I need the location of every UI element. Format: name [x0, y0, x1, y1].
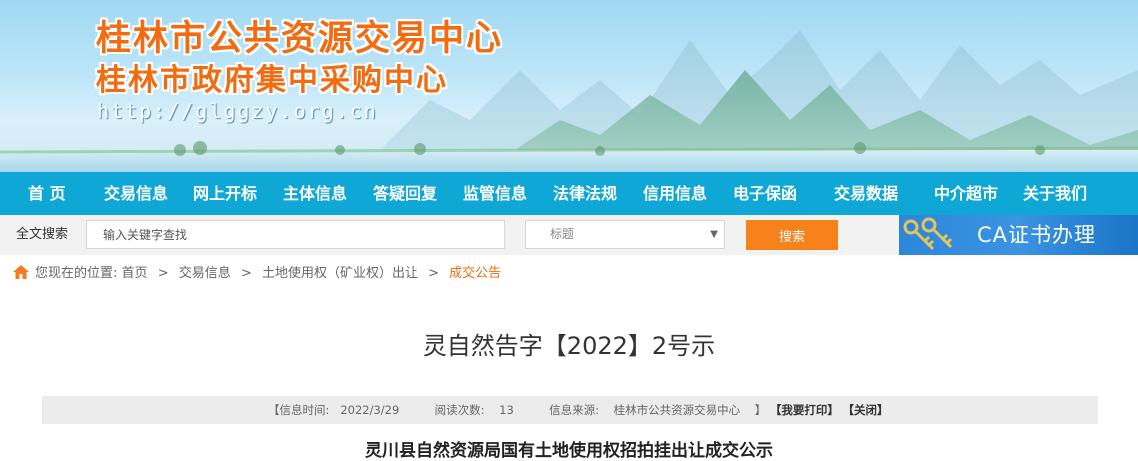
nav-item-agency-market[interactable]: 中介超市 [934, 172, 998, 215]
nav-item-entity-info[interactable]: 主体信息 [283, 172, 347, 215]
document-heading: 灵川县自然资源局国有土地使用权招拍挂出让成交公示 [365, 441, 773, 461]
breadcrumb-land-use-rights[interactable]: 土地使用权（矿业权）出让 [262, 266, 418, 281]
breadcrumb-trade-info[interactable]: 交易信息 [179, 266, 231, 281]
header-banner: 桂林市公共资源交易中心 桂林市政府集中采购中心 http://glggzy.or… [0, 0, 1138, 172]
close-link[interactable]: 【关闭】 [843, 403, 889, 417]
breadcrumb-separator: > [428, 266, 439, 281]
search-input[interactable] [86, 220, 505, 249]
site-title-secondary: 桂林市政府集中采购中心 [96, 63, 448, 98]
nav-item-home[interactable]: 首 页 [28, 172, 66, 215]
main-nav: 首 页 交易信息 网上开标 主体信息 答疑回复 监管信息 法律法规 信用信息 电… [0, 172, 1138, 215]
search-label: 全文搜索 [16, 227, 69, 242]
search-field-select[interactable]: 标题 ▼ [525, 220, 725, 249]
breadcrumb-home[interactable]: 首页 [122, 266, 148, 281]
info-source-value: 桂林市公共资源交易中心 [613, 403, 741, 417]
nav-item-credit-info[interactable]: 信用信息 [643, 172, 707, 215]
nav-item-trade-data[interactable]: 交易数据 [834, 172, 898, 215]
ca-certificate-label: CA证书办理 [977, 223, 1097, 247]
info-views-value: 13 [499, 403, 514, 417]
breadcrumb-current[interactable]: 成交公告 [449, 266, 501, 281]
search-bar: 全文搜索 标题 ▼ 搜索 CA证书办理 [0, 215, 1138, 255]
info-source-label: 信息来源: [549, 403, 599, 417]
info-time-value: 2022/3/29 [340, 403, 400, 417]
site-url: http://glggzy.org.cn [97, 99, 378, 123]
ca-certificate-banner[interactable]: CA证书办理 [899, 215, 1138, 255]
breadcrumb-prefix: 您现在的位置: [35, 266, 118, 281]
nav-item-e-guarantee[interactable]: 电子保函 [733, 172, 797, 215]
breadcrumb-separator: > [157, 266, 169, 281]
breadcrumb-separator: > [240, 266, 252, 281]
nav-item-laws[interactable]: 法律法规 [553, 172, 617, 215]
info-time-label: 【信息时间: [268, 403, 330, 417]
nav-item-about-us[interactable]: 关于我们 [1023, 172, 1087, 215]
article-title: 灵自然告字【2022】2号示 [422, 332, 716, 360]
article-info-bar: 【信息时间: 2022/3/29 阅读次数: 13 信息来源: 桂林市公共资源交… [42, 396, 1098, 424]
breadcrumb: 您现在的位置: 首页 > 交易信息 > 土地使用权（矿业权）出让 > 成交公告 [12, 263, 501, 285]
chevron-down-icon: ▼ [710, 229, 718, 240]
keys-icon [903, 217, 953, 251]
info-close-bracket: 】 [754, 403, 767, 417]
nav-item-supervision[interactable]: 监管信息 [463, 172, 527, 215]
home-icon [13, 265, 29, 279]
nav-item-trade-info[interactable]: 交易信息 [104, 172, 168, 215]
print-link[interactable]: 【我要打印】 [770, 403, 839, 417]
search-field-select-value: 标题 [550, 227, 575, 241]
nav-item-qa-reply[interactable]: 答疑回复 [373, 172, 437, 215]
info-views-label: 阅读次数: [434, 403, 485, 417]
site-title-primary: 桂林市公共资源交易中心 [96, 19, 504, 59]
search-button[interactable]: 搜索 [746, 220, 838, 250]
nav-item-online-bid-opening[interactable]: 网上开标 [193, 172, 257, 215]
